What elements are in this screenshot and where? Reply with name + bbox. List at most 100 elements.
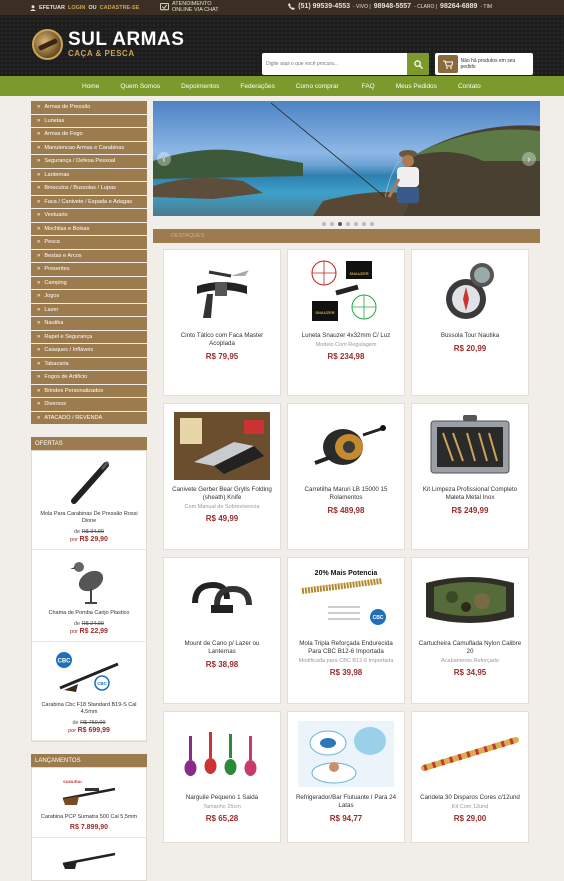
product-card[interactable]: Bussola Tour Nautika R$ 20,99	[411, 249, 529, 396]
category-item[interactable]: Camping	[31, 276, 147, 290]
category-item[interactable]: Tabacaria	[31, 357, 147, 371]
phone-1-operator: - VIVO |	[353, 3, 371, 10]
cleaning-case-icon	[420, 410, 520, 482]
svg-text:SNAUZER: SNAUZER	[315, 310, 334, 315]
product-subtitle: Modificada para CBC B12-6 Importada	[298, 658, 394, 664]
knife-icon	[172, 410, 272, 482]
offer-name: Mola Para Carabinas De Pressão Rossi Dio…	[40, 511, 138, 524]
cart-widget[interactable]: Não há produtos em seu pedido	[435, 53, 533, 75]
offer-new-value: R$ 699,99	[77, 727, 110, 734]
chat-link[interactable]: ATENDIMENTO ONLINE VIA CHAT	[160, 1, 219, 13]
product-card[interactable]: SNAUZER SNAUZER Luneta Snauzer 4x32mm C/ …	[287, 249, 405, 396]
product-card[interactable]: Cinto Tático com Faca Master Acoplada R$…	[163, 249, 281, 396]
category-item[interactable]: Binoculos / Bussolas / Lupas	[31, 182, 147, 196]
search-bar	[262, 53, 429, 75]
nav-quem-somos[interactable]: Quem Somos	[120, 83, 160, 90]
category-item[interactable]: Brindes Personalizados	[31, 384, 147, 398]
category-item[interactable]: Faca / Canivete / Espada e Adagas	[31, 195, 147, 209]
float-bar-icon	[296, 718, 396, 790]
product-card[interactable]: Canivete Gerber Bear Grylls Folding (she…	[163, 403, 281, 550]
category-item[interactable]: Presentes	[31, 263, 147, 277]
banner-dot[interactable]	[330, 222, 334, 226]
category-item[interactable]: Segurança / Defesa Pessoal	[31, 155, 147, 169]
category-item[interactable]: Caiaques / Infláveis	[31, 344, 147, 358]
search-button[interactable]	[407, 53, 429, 75]
nav-como-comprar[interactable]: Como comprar	[296, 83, 339, 90]
banner-pagination	[322, 222, 374, 226]
svg-text:CBC: CBC	[58, 659, 72, 665]
offer-item[interactable]: Mola Para Carabinas De Pressão Rossi Dio…	[32, 451, 146, 550]
phone-1: (51) 99539-4553	[298, 3, 350, 10]
nav-faq[interactable]: FAQ	[362, 83, 375, 90]
category-item[interactable]: Diversos	[31, 398, 147, 412]
banner-dot[interactable]	[338, 222, 342, 226]
svg-text:SAMURAI: SAMURAI	[63, 779, 82, 784]
product-image	[36, 457, 142, 507]
category-item[interactable]: Manutencao Armas e Carabinas	[31, 141, 147, 155]
product-name: Narguile Pequeno 1 Saida	[185, 794, 259, 801]
banner-dot[interactable]	[370, 222, 374, 226]
banner-prev-button[interactable]: ‹	[157, 152, 171, 166]
category-item[interactable]: Jogos	[31, 290, 147, 304]
product-promo-text: 20% Mais Potencia	[314, 570, 378, 577]
category-item[interactable]: Mochilas e Bolsas	[31, 222, 147, 236]
hero-banner[interactable]: ‹ ›	[153, 101, 540, 216]
category-item[interactable]: Lazer	[31, 303, 147, 317]
svg-text:CBC: CBC	[97, 681, 107, 686]
offers-heading: OFERTAS	[31, 437, 147, 450]
belt-knife-icon	[172, 256, 272, 328]
product-name: Refrigerador/Bar Flutuante I Para 24 Lat…	[295, 794, 397, 809]
category-item[interactable]: Lanternas	[31, 168, 147, 182]
product-name: Canivete Gerber Bear Grylls Folding (she…	[172, 486, 272, 501]
login-area: EFETUAR LOGIN OU CADASTRE-SE	[30, 5, 139, 11]
banner-next-button[interactable]: ›	[522, 152, 536, 166]
offer-old-price: de R$ 34,90	[36, 529, 142, 535]
site-logo[interactable]: SUL ARMAS CAÇA & PESCA	[32, 29, 184, 60]
offers-box: Mola Para Carabinas De Pressão Rossi Dio…	[31, 450, 147, 742]
login-link[interactable]: LOGIN	[68, 5, 85, 11]
roman-candle-icon	[420, 718, 520, 790]
nav-contato[interactable]: Contato	[458, 83, 481, 90]
category-item[interactable]: Pesca	[31, 236, 147, 250]
search-input[interactable]	[262, 53, 407, 75]
launch-item[interactable]	[32, 838, 146, 880]
offer-old-price: de R$ 759,99	[36, 720, 142, 726]
offer-de-label: de	[74, 529, 81, 535]
register-link[interactable]: CADASTRE-SE	[100, 5, 140, 11]
nav-depoimentos[interactable]: Depoimentos	[181, 83, 219, 90]
category-item[interactable]: Fogos de Artificio	[31, 371, 147, 385]
product-card[interactable]: Narguile Pequeno 1 Saida Tamanho 25cm R$…	[163, 711, 281, 843]
category-item[interactable]: Bestas e Arcos	[31, 249, 147, 263]
banner-dot[interactable]	[362, 222, 366, 226]
product-card[interactable]: Refrigerador/Bar Flutuante I Para 24 Lat…	[287, 711, 405, 843]
category-item[interactable]: Armas de Fogo	[31, 128, 147, 142]
product-card[interactable]: Carretilha Maruri LB 15000 15 Rolamentos…	[287, 403, 405, 550]
product-card[interactable]: 20% Mais Potencia CBC Mola Tripla Reforç…	[287, 557, 405, 704]
product-card[interactable]: Candela 30 Disparos Cores c/12und Kit Co…	[411, 711, 529, 843]
product-card[interactable]: Mount de Cano p/ Lazer ou Lanternas R$ 3…	[163, 557, 281, 704]
product-card[interactable]: Kit Limpeza Profissional Completo Maleta…	[411, 403, 529, 550]
offer-item[interactable]: CBC CBC Carabina Cbc F18 Standard B19-S C…	[32, 642, 146, 741]
product-subtitle: Kit Com 12und	[451, 804, 489, 810]
product-price: R$ 39,98	[329, 668, 363, 677]
launch-item[interactable]: SAMURAI Carabina PCP Sumatra 500 Cal 5,5…	[32, 768, 146, 838]
banner-dot[interactable]	[354, 222, 358, 226]
nav-meus-pedidos[interactable]: Meus Pedidos	[396, 83, 437, 90]
user-icon	[30, 4, 36, 11]
category-item[interactable]: Vestuario	[31, 209, 147, 223]
banner-dot[interactable]	[322, 222, 326, 226]
nav-home[interactable]: Home	[82, 83, 99, 90]
nav-federacoes[interactable]: Federações	[240, 83, 274, 90]
category-item[interactable]: Lunetas	[31, 114, 147, 128]
product-price: R$ 49,99	[205, 514, 239, 523]
category-item[interactable]: ATACADO / REVENDA	[31, 411, 147, 425]
header: SUL ARMAS CAÇA & PESCA Não há produtos e…	[0, 15, 564, 76]
product-card[interactable]: Cartucheira Camuflada Nylon Calibre 20 A…	[411, 557, 529, 704]
category-item[interactable]: Rapel e Segurança	[31, 330, 147, 344]
banner-dot[interactable]	[346, 222, 350, 226]
category-item[interactable]: Nautika	[31, 317, 147, 331]
launches-heading: LANÇAMENTOS	[31, 754, 147, 767]
category-item[interactable]: Armas de Pressão	[31, 101, 147, 115]
offer-item[interactable]: Chama de Pomba Carijo Plastico de R$ 24,…	[32, 550, 146, 642]
product-price: R$ 94,77	[329, 814, 363, 823]
